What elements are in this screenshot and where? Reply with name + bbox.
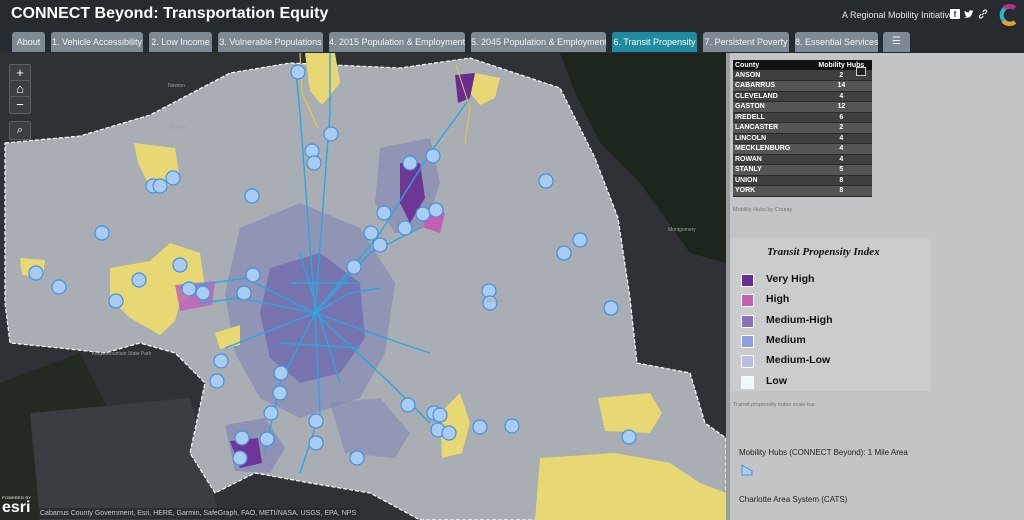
twitter-icon[interactable] — [964, 9, 974, 19]
legend-panel: County Mobility Hubs ANSON 2 CABARRUS 14 C… — [726, 53, 1024, 520]
map-canvas — [0, 53, 726, 520]
map-search-button[interactable]: ⌕ — [9, 121, 31, 140]
table-header-row: County Mobility Hubs — [733, 60, 872, 70]
tab-more-menu[interactable]: ☰ — [883, 32, 910, 52]
legend-swatch — [741, 335, 754, 348]
hubs-cell: 8 — [808, 185, 872, 197]
legend-swatch — [741, 315, 754, 328]
table-header-county: County — [733, 60, 809, 70]
zoom-in-button[interactable]: + — [10, 65, 30, 81]
hubs-cell: 2 — [808, 122, 872, 134]
place-label-kings-mountain: Kings Mountain State Park — [92, 351, 152, 357]
esri-logo: POWERED BY esri — [2, 495, 36, 519]
county-cell: CLEVELAND — [733, 91, 809, 102]
connect-beyond-logo-icon — [999, 4, 1017, 26]
county-cell: UNION — [733, 175, 809, 186]
home-button[interactable]: ⌂ — [10, 81, 30, 97]
legend-label: Medium-High — [766, 314, 833, 326]
legend-swatch — [741, 376, 754, 389]
hubs-cell: 12 — [808, 101, 872, 113]
tab-low-income[interactable]: 2. Low Income — [149, 32, 212, 52]
tab-vulnerable-populations[interactable]: 3. Vulnerable Populations — [218, 32, 323, 52]
map-view[interactable]: Newton Maiden Kings Mountain State Park … — [0, 53, 726, 520]
place-label-montgomery: Montgomery — [668, 227, 696, 233]
legend-label: Low — [766, 375, 787, 387]
table-row: CLEVELAND 4 — [733, 91, 872, 102]
header-bar: CONNECT Beyond: Transportation Equity A … — [0, 0, 1024, 31]
app-window: CONNECT Beyond: Transportation Equity A … — [0, 0, 1024, 520]
hubs-cell: 6 — [808, 112, 872, 123]
expand-table-icon[interactable] — [856, 67, 866, 76]
county-cell: IREDELL — [733, 112, 809, 123]
tab-2015-population-employment[interactable]: 4. 2015 Population & Employment — [329, 32, 465, 52]
hubs-cell: 14 — [808, 80, 872, 92]
map-attribution[interactable]: Cabarrus County Government, Esri, HERE, … — [37, 508, 360, 519]
tab-transit-propensity[interactable]: 6. Transit Propensity — [612, 32, 697, 52]
legend-label: Medium-Low — [766, 354, 831, 366]
legend-label: Medium — [766, 334, 806, 346]
table-row: LINCOLN 4 — [733, 133, 872, 144]
county-cell: CABARRUS — [733, 80, 809, 92]
tab-about[interactable]: About — [12, 32, 45, 52]
table-row: STANLY 5 — [733, 164, 872, 176]
hubs-cell: 4 — [808, 133, 872, 144]
tab-vehicle-accessibility[interactable]: 1. Vehicle Accessibility — [51, 32, 143, 52]
place-label-mcbee: McBee — [487, 298, 503, 304]
mobility-hubs-layer-label: Mobility Hubs (CONNECT Beyond): 1 Mile A… — [739, 448, 908, 457]
table-row: GASTON 12 — [733, 101, 872, 113]
tab-persistent-poverty[interactable]: 7. Persistent Poverty — [703, 32, 789, 52]
hubs-cell: 8 — [808, 175, 872, 186]
esri-wordmark: esri — [2, 499, 31, 516]
county-cell: YORK — [733, 185, 809, 197]
link-icon[interactable] — [978, 9, 988, 19]
transit-propensity-legend: Transit Propensity Index Very High High … — [731, 239, 931, 391]
hubs-cell: 4 — [808, 154, 872, 165]
table-row: YORK 8 — [733, 185, 872, 197]
legend-caption: Transit propensity index scale bar. — [733, 402, 817, 408]
legend-title: Transit Propensity Index — [767, 246, 880, 258]
table-row: ROWAN 4 — [733, 154, 872, 165]
map-zoom-controls: + ⌂ − — [9, 64, 31, 114]
county-cell: GASTON — [733, 101, 809, 113]
legend-label: Very High — [766, 273, 815, 285]
app-subtitle: A Regional Mobility Initiative — [842, 10, 955, 20]
tab-bar: About 1. Vehicle Accessibility 2. Low In… — [0, 31, 1024, 53]
place-label-newton: Newton — [168, 83, 185, 89]
app-title: CONNECT Beyond: Transportation Equity — [11, 5, 329, 22]
table-caption: Mobility Hubs by County — [733, 207, 793, 213]
menu-icon: ☰ — [892, 36, 901, 47]
zoom-out-button[interactable]: − — [10, 97, 30, 113]
legend-swatch — [741, 274, 754, 287]
tab-2045-population-employment[interactable]: 5. 2045 Population & Employment — [471, 32, 606, 52]
table-row: LANCASTER 2 — [733, 122, 872, 134]
cats-layer-label: Charlotte Area System (CATS) — [739, 495, 848, 504]
mobility-hub-area-icon — [741, 464, 753, 476]
hubs-cell: 4 — [808, 143, 872, 155]
panel-divider — [726, 53, 730, 520]
county-cell: ANSON — [733, 70, 809, 81]
facebook-icon[interactable]: f — [950, 9, 960, 19]
table-row: MECKLENBURG 4 — [733, 143, 872, 155]
mobility-hubs-table: County Mobility Hubs ANSON 2 CABARRUS 14 C… — [733, 60, 872, 197]
county-cell: LINCOLN — [733, 133, 809, 144]
search-icon: ⌕ — [16, 124, 24, 136]
hubs-cell: 4 — [808, 91, 872, 102]
county-cell: ROWAN — [733, 154, 809, 165]
table-row: UNION 8 — [733, 175, 872, 186]
table-row: IREDELL 6 — [733, 112, 872, 123]
tab-essential-services[interactable]: 8. Essential Services — [795, 32, 878, 52]
legend-swatch — [741, 355, 754, 368]
table-row: ANSON 2 — [733, 70, 872, 81]
legend-label: High — [766, 293, 790, 305]
county-cell: STANLY — [733, 164, 809, 176]
legend-swatch — [741, 294, 754, 307]
county-cell: MECKLENBURG — [733, 143, 809, 155]
place-label-maiden: Maiden — [170, 125, 187, 131]
table-row: CABARRUS 14 — [733, 80, 872, 92]
county-cell: LANCASTER — [733, 122, 809, 134]
hubs-cell: 5 — [808, 164, 872, 176]
